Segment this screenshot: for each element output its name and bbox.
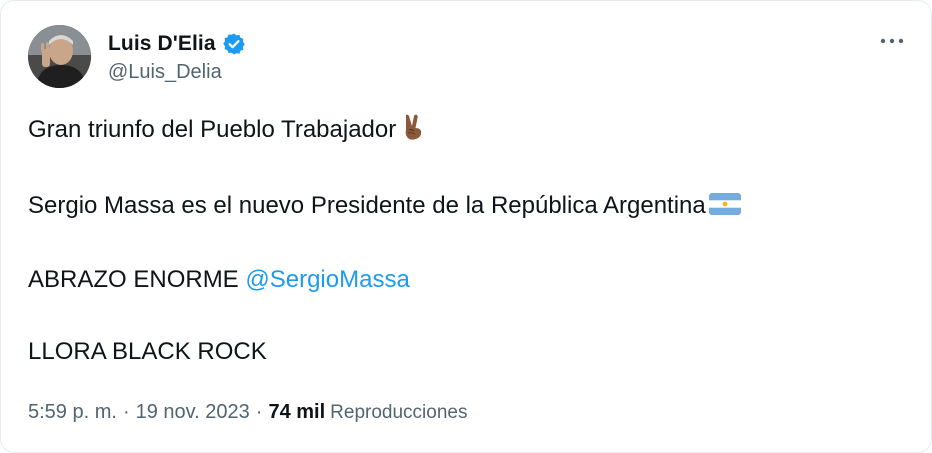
tweet-time[interactable]: 5:59 p. m.: [28, 401, 117, 424]
tweet-paragraph-4: LLORA BLACK ROCK: [28, 336, 908, 368]
paragraph-4-text: LLORA BLACK ROCK: [28, 338, 267, 365]
meta-separator: ·: [255, 401, 263, 423]
views-count: 74 mil: [268, 401, 326, 423]
author-handle[interactable]: @Luis_Delia: [108, 61, 246, 84]
tweet-header: Luis D'Elia @Luis_Delia: [28, 25, 246, 88]
avatar[interactable]: [28, 25, 91, 88]
victory-hand-emoji-icon: [400, 113, 426, 150]
argentina-flag-emoji-icon: [708, 192, 741, 224]
verified-badge-icon[interactable]: [222, 32, 246, 56]
paragraph-3-text: ABRAZO ENORME: [28, 266, 246, 293]
tweet-card: Luis D'Elia @Luis_Delia Gran triunfo del…: [0, 0, 932, 453]
tweet-text: Gran triunfo del Pueblo Trabajador Sergi…: [28, 113, 908, 368]
name-row: Luis D'Elia: [108, 29, 246, 59]
paragraph-2-text: Sergio Massa es el nuevo Presidente de l…: [28, 192, 706, 219]
tweet-paragraph-1: Gran triunfo del Pueblo Trabajador: [28, 113, 908, 150]
meta-separator: ·: [122, 401, 130, 423]
tweet-meta: 5:59 p. m. · 19 nov. 2023 · 74 mil Repro…: [28, 401, 467, 424]
views-label: Reproducciones: [330, 402, 468, 423]
author-names: Luis D'Elia @Luis_Delia: [108, 29, 246, 84]
tweet-paragraph-3: ABRAZO ENORME @SergioMassa: [28, 264, 908, 296]
mention-link[interactable]: @SergioMassa: [245, 266, 409, 293]
author-display-name[interactable]: Luis D'Elia: [108, 32, 216, 56]
avatar-photo-icon: [28, 25, 91, 88]
tweet-date[interactable]: 19 nov. 2023: [136, 401, 250, 424]
more-options-icon[interactable]: [877, 31, 907, 51]
paragraph-1-text: Gran triunfo del Pueblo Trabajador: [28, 116, 397, 143]
tweet-paragraph-2: Sergio Massa es el nuevo Presidente de l…: [28, 190, 908, 224]
